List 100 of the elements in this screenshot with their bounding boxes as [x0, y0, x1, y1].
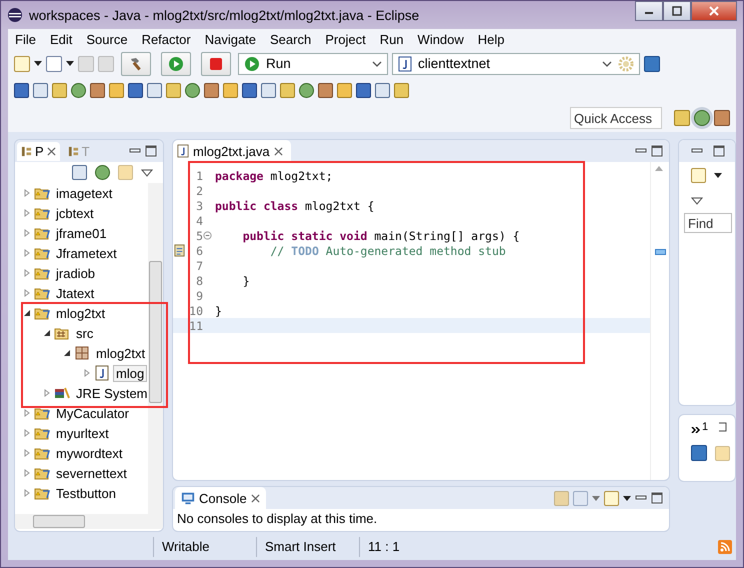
- maximize-icon[interactable]: [651, 492, 663, 504]
- gear-icon[interactable]: [618, 56, 634, 72]
- tree-item[interactable]: jcbtext: [53, 204, 97, 222]
- code-line: // TODO Auto-generated method stub: [269, 244, 506, 258]
- dropdown-arrow-icon[interactable]: [34, 61, 42, 66]
- close-icon[interactable]: [46, 146, 56, 156]
- maximize-button[interactable]: [663, 1, 691, 21]
- code-line: public class mlog2txt {: [214, 198, 374, 212]
- tree-item[interactable]: src: [73, 324, 96, 342]
- status-field: 11 : 1: [359, 537, 436, 557]
- tree-item[interactable]: mlog2txt: [93, 344, 148, 362]
- line-number: 8: [195, 274, 203, 288]
- line-number: 9: [195, 288, 203, 302]
- tree-item[interactable]: Jtatext: [53, 284, 98, 302]
- expanded-arrow-icon[interactable]: [43, 329, 51, 337]
- view-menu-icon[interactable]: [141, 166, 153, 178]
- close-icon: [709, 6, 719, 16]
- tree-item[interactable]: jframe01: [53, 224, 110, 242]
- collapsed-arrow-icon[interactable]: [23, 469, 31, 477]
- collapsed-arrow-icon[interactable]: [23, 489, 31, 497]
- status-field: Smart Insert: [256, 537, 359, 557]
- minimize-button[interactable]: [635, 1, 663, 21]
- maximize-icon[interactable]: [145, 145, 157, 157]
- dropdown-arrow-icon[interactable]: [66, 61, 74, 66]
- tree-item[interactable]: mlog2txt: [53, 304, 108, 322]
- menu-item[interactable]: File: [8, 32, 43, 47]
- collapse-fold-icon[interactable]: [203, 231, 212, 240]
- tab-icon: [68, 146, 79, 156]
- menu-item[interactable]: Refactor: [134, 32, 198, 47]
- quick-access-field[interactable]: Quick Access: [570, 107, 662, 129]
- menu-item[interactable]: Project: [318, 32, 373, 47]
- close-icon[interactable]: [250, 494, 260, 502]
- editor-tab[interactable]: mlog2txt.java: [173, 140, 291, 162]
- menu-item[interactable]: Run: [372, 32, 411, 47]
- java-file-icon: [177, 144, 189, 158]
- collapsed-arrow-icon[interactable]: [23, 249, 31, 257]
- tab-icon: [21, 146, 32, 156]
- tree-item[interactable]: Testbutton: [53, 484, 119, 502]
- rss-icon[interactable]: [718, 540, 732, 554]
- eclipse-logo-icon: [7, 7, 23, 23]
- tree-item[interactable]: mlog: [113, 364, 148, 382]
- maximize-icon[interactable]: [713, 145, 725, 157]
- collapsed-arrow-icon[interactable]: [23, 449, 31, 457]
- collapsed-arrow-icon[interactable]: [23, 229, 31, 237]
- tree-item[interactable]: JRE System: [73, 384, 148, 402]
- expanded-arrow-icon[interactable]: [63, 349, 71, 357]
- find-field[interactable]: Find: [684, 213, 732, 233]
- line-number: 10: [189, 304, 203, 318]
- line-number: 5: [195, 228, 203, 242]
- code-line: }: [214, 304, 222, 318]
- collapsed-arrow-icon[interactable]: [83, 369, 91, 377]
- dropdown-arrow-icon[interactable]: [714, 173, 722, 178]
- line-number: 6: [195, 244, 203, 258]
- tree-item[interactable]: myurltext: [53, 424, 112, 442]
- build-button[interactable]: [121, 52, 151, 76]
- tree-item[interactable]: imagetext: [53, 184, 116, 202]
- run-button[interactable]: [161, 52, 191, 76]
- menu-item[interactable]: Help: [470, 32, 512, 47]
- tree-item[interactable]: MyCaculator: [53, 404, 132, 422]
- line-number: 11: [189, 318, 203, 332]
- horizontal-scrollbar[interactable]: [15, 514, 163, 529]
- vertical-scrollbar[interactable]: [148, 183, 163, 514]
- tree-item[interactable]: severnettext: [53, 464, 130, 482]
- scroll-up-icon[interactable]: [655, 166, 663, 171]
- collapsed-arrow-icon[interactable]: [23, 189, 31, 197]
- view-menu-icon[interactable]: [691, 195, 703, 207]
- view-tab[interactable]: P: [17, 142, 60, 160]
- menu-item[interactable]: Navigate: [198, 32, 264, 47]
- window-title: workspaces - Java - mlog2txt/src/mlog2txt/mlog2txt.java - Eclipse: [29, 8, 420, 22]
- restore-icon[interactable]: [716, 421, 728, 433]
- package-icon: [74, 345, 90, 361]
- console-tab[interactable]: Console: [175, 487, 266, 509]
- menu-item[interactable]: Window: [410, 32, 471, 47]
- stop-button[interactable]: [201, 52, 231, 76]
- menu-item[interactable]: Search: [263, 32, 318, 47]
- menu-item[interactable]: Source: [79, 32, 135, 47]
- collapsed-arrow-icon[interactable]: [23, 269, 31, 277]
- menu-item[interactable]: Edit: [42, 32, 80, 47]
- more-views-button[interactable]: 1: [691, 421, 708, 433]
- java-file-icon: [398, 56, 412, 72]
- maximize-icon[interactable]: [651, 145, 663, 157]
- collapsed-arrow-icon[interactable]: [23, 409, 31, 417]
- tree-item[interactable]: jradiob: [53, 264, 98, 282]
- code-line: package mlog2txt;: [214, 168, 333, 182]
- launch-target-dropdown[interactable]: clienttextnet: [392, 52, 640, 74]
- tree-item[interactable]: Jframetext: [53, 244, 120, 262]
- collapsed-arrow-icon[interactable]: [23, 429, 31, 437]
- close-icon[interactable]: [274, 146, 283, 156]
- task-marker[interactable]: [655, 249, 666, 255]
- chevron-down-icon: [602, 60, 612, 66]
- dropdown-arrow-icon[interactable]: [623, 496, 631, 500]
- collapsed-arrow-icon[interactable]: [23, 209, 31, 217]
- close-button[interactable]: [691, 1, 737, 21]
- run-config-dropdown[interactable]: Run: [238, 52, 388, 74]
- tree-item[interactable]: mywordtext: [53, 444, 126, 462]
- collapsed-arrow-icon[interactable]: [43, 389, 51, 397]
- line-number: 3: [195, 198, 203, 212]
- expanded-arrow-icon[interactable]: [23, 309, 31, 317]
- line-number: 1: [195, 168, 203, 182]
- collapsed-arrow-icon[interactable]: [23, 289, 31, 297]
